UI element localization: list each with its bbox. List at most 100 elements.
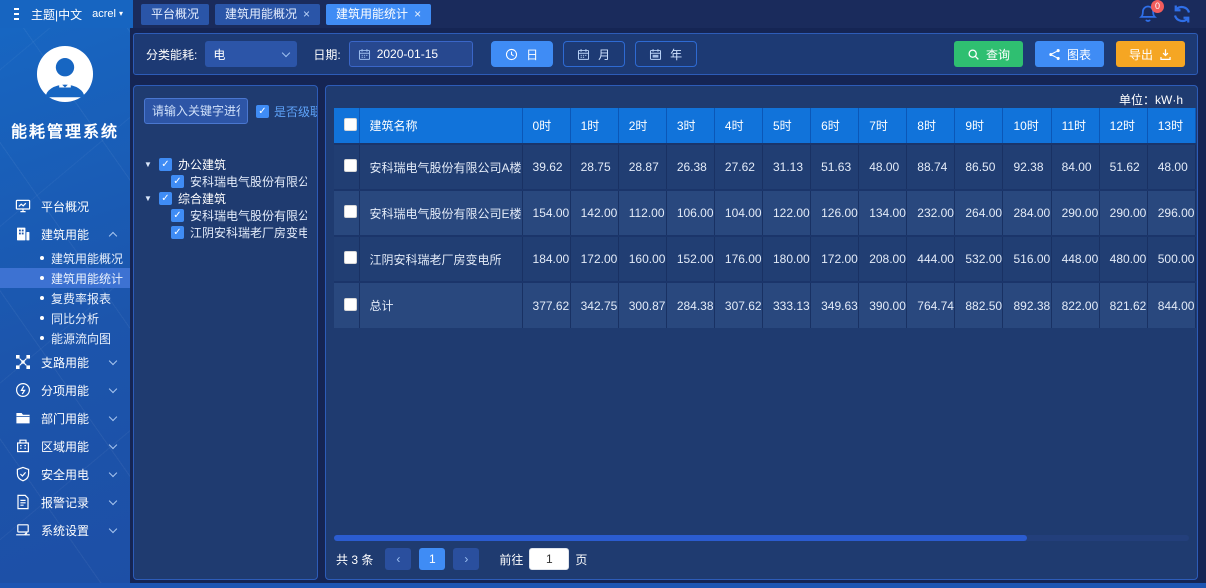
table-row: 江阴安科瑞老厂房变电所184.00172.00160.00152.00176.0… xyxy=(334,236,1196,282)
granularity-label: 日 xyxy=(526,46,538,63)
value-cell: 39.62 xyxy=(522,144,570,190)
chevron-down-icon xyxy=(109,384,117,392)
tree-checkbox[interactable]: ✓ xyxy=(159,192,172,205)
tree-leaf-安科瑞电气股份有限公司E楼[interactable]: ✓安科瑞电气股份有限公司E楼 xyxy=(144,207,307,224)
value-cell: 51.63 xyxy=(811,144,859,190)
theme-language-switch[interactable]: 主题|中文 xyxy=(31,6,82,23)
tab-label: 建筑用能概况 xyxy=(225,4,297,25)
sidebar-item-部门用能[interactable]: 部门用能 xyxy=(0,404,130,432)
scrollbar-thumb[interactable] xyxy=(334,535,1027,541)
caret-down-icon: ▾ xyxy=(119,10,123,18)
tree-search-input[interactable] xyxy=(144,98,248,124)
header-hour: 8时 xyxy=(907,108,955,144)
tree-node-综合建筑[interactable]: ▼✓综合建筑 xyxy=(144,190,307,207)
header-hour: 13时 xyxy=(1147,108,1195,144)
category-value: 电 xyxy=(213,46,283,63)
submenu-item-能源流向图[interactable]: 能源流向图 xyxy=(0,328,130,348)
horizontal-scrollbar[interactable] xyxy=(334,535,1189,541)
value-cell: 180.00 xyxy=(763,236,811,282)
export-button[interactable]: 导出 xyxy=(1116,41,1185,67)
submenu-item-建筑用能概况[interactable]: 建筑用能概况 xyxy=(0,248,130,268)
tree-leaf-安科瑞电气股份有限公司A楼[interactable]: ✓安科瑞电气股份有限公司A楼 xyxy=(144,173,307,190)
value-cell: 307.62 xyxy=(714,282,762,328)
submenu-item-同比分析[interactable]: 同比分析 xyxy=(0,308,130,328)
cascade-checkbox[interactable]: ✓ xyxy=(256,105,269,118)
tree-checkbox[interactable]: ✓ xyxy=(159,158,172,171)
sidebar-item-平台概况[interactable]: 平台概况 xyxy=(0,192,130,220)
header-hour: 12时 xyxy=(1099,108,1147,144)
tree-leaf-江阴安科瑞老厂房变电所[interactable]: ✓ 江阴安科瑞老厂房变电所 xyxy=(144,224,307,241)
sidebar-item-label: 区域用能 xyxy=(41,438,89,455)
hamburger-menu-icon[interactable] xyxy=(14,13,19,15)
value-cell: 390.00 xyxy=(859,282,907,328)
tree-checkbox[interactable]: ✓ xyxy=(171,226,184,239)
row-select-cell xyxy=(334,282,359,328)
tab-close-icon[interactable]: × xyxy=(414,8,421,20)
monitor-icon xyxy=(15,198,31,214)
page-number-button[interactable]: 1 xyxy=(419,548,445,570)
notification-bell-icon[interactable]: 0 xyxy=(1138,4,1158,24)
query-button[interactable]: 查询 xyxy=(954,41,1023,67)
refresh-icon[interactable] xyxy=(1172,4,1192,24)
sidebar-item-系统设置[interactable]: 系统设置 xyxy=(0,516,130,544)
value-cell: 142.00 xyxy=(570,190,618,236)
value-cell: 264.00 xyxy=(955,190,1003,236)
row-checkbox[interactable] xyxy=(344,298,357,311)
tree-checkbox[interactable]: ✓ xyxy=(171,175,184,188)
goto-page-input[interactable] xyxy=(529,548,569,570)
tab-close-icon[interactable]: × xyxy=(303,8,310,20)
submenu-item-label: 复费率报表 xyxy=(51,290,111,307)
header-building-name: 建筑名称 xyxy=(359,108,522,144)
submenu-item-建筑用能统计[interactable]: 建筑用能统计 xyxy=(0,268,130,288)
sidebar-item-报警记录[interactable]: 报警记录 xyxy=(0,488,130,516)
tree-checkbox[interactable]: ✓ xyxy=(171,209,184,222)
granularity-label: 月 xyxy=(598,46,610,63)
chart-button[interactable]: 图表 xyxy=(1035,41,1104,67)
granularity-button-月[interactable]: 月 xyxy=(563,41,625,67)
value-cell: 882.50 xyxy=(955,282,1003,328)
tab-建筑用能统计[interactable]: 建筑用能统计× xyxy=(326,4,431,25)
next-page-button[interactable]: › xyxy=(453,548,479,570)
submenu-item-复费率报表[interactable]: 复费率报表 xyxy=(0,288,130,308)
chevron-up-icon xyxy=(109,231,117,239)
sidebar-item-支路用能[interactable]: 支路用能 xyxy=(0,348,130,376)
value-cell: 48.00 xyxy=(859,144,907,190)
tab-建筑用能概况[interactable]: 建筑用能概况 × xyxy=(215,4,320,25)
tab-平台概况[interactable]: 平台概况 xyxy=(141,4,209,25)
sidebar-item-分项用能[interactable]: 分项用能 xyxy=(0,376,130,404)
date-input[interactable]: 2020-01-15 xyxy=(349,41,473,67)
settings-icon xyxy=(15,522,31,538)
sidebar-item-建筑用能[interactable]: 建筑用能 xyxy=(0,220,130,248)
value-cell: 448.00 xyxy=(1051,236,1099,282)
granularity-button-日[interactable]: 日 xyxy=(491,41,553,67)
tree-expander-icon[interactable]: ▼ xyxy=(144,160,153,169)
granularity-group: 日月年 xyxy=(491,41,697,67)
sidebar-item-label: 建筑用能 xyxy=(41,226,89,243)
sidebar-item-安全用电[interactable]: 安全用电 xyxy=(0,460,130,488)
value-cell: 516.00 xyxy=(1003,236,1051,282)
page-suffix-label: 页 xyxy=(575,551,587,568)
search-icon xyxy=(967,48,980,61)
category-select[interactable]: 电 xyxy=(205,41,297,67)
tree-leaf-label: 江阴安科瑞老厂房变电所 xyxy=(190,224,307,241)
table-row: 安科瑞电气股份有限公司A楼39.6228.7528.8726.3827.6231… xyxy=(334,144,1196,190)
select-all-checkbox[interactable] xyxy=(344,118,357,131)
user-dropdown[interactable]: acrel▾ xyxy=(92,8,123,20)
prev-page-button[interactable]: ‹ xyxy=(385,548,411,570)
row-checkbox[interactable] xyxy=(344,159,357,172)
sidebar-item-区域用能[interactable]: 区域用能 xyxy=(0,432,130,460)
tree-expander-icon[interactable]: ▼ xyxy=(144,194,153,203)
cascade-toggle[interactable]: ✓ 是否级联 xyxy=(256,103,318,120)
value-cell: 296.00 xyxy=(1147,190,1195,236)
bullet-icon xyxy=(40,336,44,340)
calendar-icon xyxy=(358,48,371,61)
row-checkbox[interactable] xyxy=(344,251,357,264)
header-hour: 1时 xyxy=(570,108,618,144)
chevron-down-icon xyxy=(109,468,117,476)
granularity-button-年[interactable]: 年 xyxy=(635,41,697,67)
row-checkbox[interactable] xyxy=(344,205,357,218)
bullet-icon xyxy=(40,296,44,300)
tab-label: 平台概况 xyxy=(151,4,199,25)
value-cell: 500.00 xyxy=(1147,236,1195,282)
tree-node-办公建筑[interactable]: ▼✓办公建筑 xyxy=(144,156,307,173)
